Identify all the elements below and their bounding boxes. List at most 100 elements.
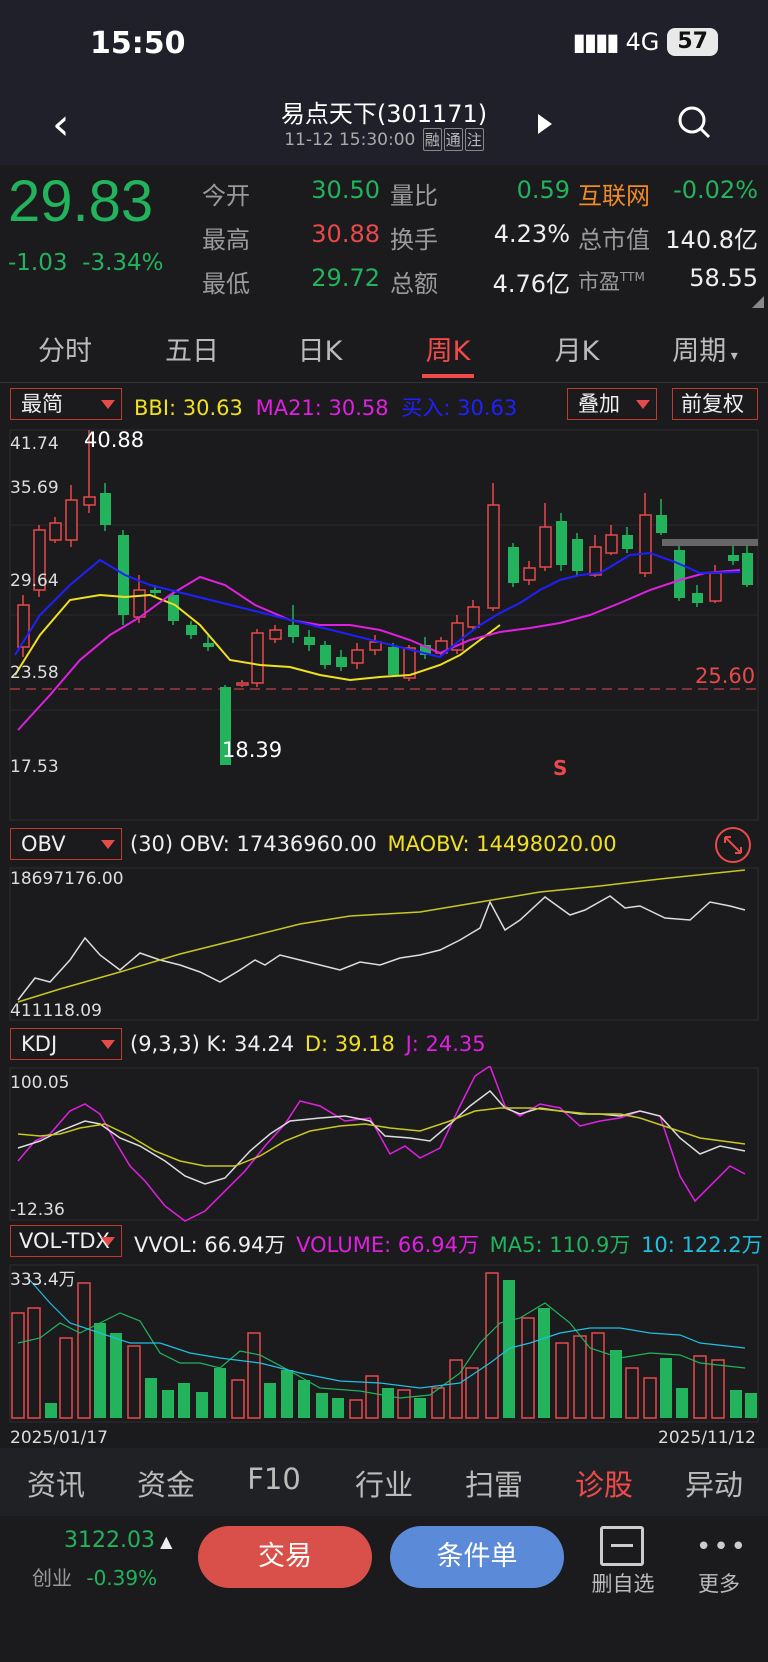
candle-body (336, 657, 347, 667)
market-cap-label: 总市值 (578, 226, 650, 254)
tab-intraday[interactable]: 分时 (10, 329, 120, 368)
candle-body (656, 515, 667, 533)
open-value: 30.50 (311, 176, 380, 204)
volume-bar (59, 1337, 73, 1419)
support-label: 25.60 (695, 664, 755, 688)
candle-body (65, 499, 78, 541)
candle-body (523, 567, 536, 581)
btab-diagnosis[interactable]: 诊股 (554, 1462, 654, 1504)
condition-order-button[interactable]: 条件单 (390, 1526, 564, 1588)
candlestick-chart[interactable]: 41.74 35.69 29.64 23.58 17.53 40.88 18.3… (0, 425, 768, 825)
pe-ttm: TTM (620, 270, 645, 284)
overlay-label: 叠加 (578, 392, 620, 416)
dropdown-icon: ▾ (726, 348, 738, 364)
vol-select[interactable]: VOL-TDX (10, 1225, 122, 1257)
main-indicator-value: 最简 (21, 392, 63, 416)
volume-bar (676, 1388, 688, 1418)
volume-bar (521, 1317, 535, 1419)
volume-bar (349, 1399, 363, 1419)
vol-ma10-value: 10: 122.2万 (641, 1233, 763, 1257)
btab-news[interactable]: 资讯 (6, 1462, 106, 1504)
candle-body (692, 593, 703, 603)
volume-bar (382, 1388, 394, 1418)
margin-tag: 融 (422, 128, 442, 151)
battery-icon: 57 (667, 28, 718, 56)
volume-bar (231, 1379, 245, 1419)
overlay-select[interactable]: 叠加 (567, 388, 657, 420)
delete-watchlist-label[interactable]: 删自选 (588, 1568, 658, 1598)
trade-button[interactable]: 交易 (198, 1526, 372, 1588)
dropdown-triangle-icon (636, 400, 650, 409)
btab-movement[interactable]: 异动 (664, 1462, 764, 1504)
volume-bar (555, 1342, 569, 1419)
main-indicator-select[interactable]: 最简 (10, 388, 122, 420)
candle-body (605, 534, 618, 554)
volume-bar (485, 1272, 499, 1419)
volume-bar (110, 1333, 122, 1418)
tab-weekly-k[interactable]: 周K (393, 329, 503, 368)
index-change: -0.39% (86, 1566, 158, 1590)
obv-select[interactable]: OBV (10, 828, 122, 860)
tab-five-day[interactable]: 五日 (137, 329, 247, 368)
volume-bar (538, 1308, 550, 1418)
candle-body (150, 590, 161, 593)
kdj-select-value: KDJ (21, 1032, 58, 1056)
tab-monthly-k[interactable]: 月K (522, 329, 632, 368)
btab-funds[interactable]: 资金 (116, 1462, 216, 1504)
volume-chart: 333.4万 2025/01/17 2025/11/12 (9, 1264, 759, 1448)
vol-ma5-value: MA5: 110.9万 (489, 1233, 631, 1257)
search-icon[interactable] (676, 104, 712, 140)
volume-value: VOLUME: 66.94万 (296, 1233, 479, 1257)
maobv-value: MAOBV: 14498020.00 (387, 832, 617, 856)
btab-risk-scan[interactable]: 扫雷 (444, 1462, 544, 1504)
kdj-j-value: J: 24.35 (405, 1032, 486, 1056)
y-min-label: 17.53 (10, 757, 59, 777)
vol-select-value: VOL-TDX (19, 1229, 110, 1253)
delete-watchlist-icon[interactable] (600, 1526, 644, 1566)
dropdown-triangle-icon (101, 1040, 115, 1049)
candle-body (369, 641, 382, 651)
tab-period-label: 周期 (672, 336, 727, 367)
index-value[interactable]: 3122.03 ▲ (64, 1528, 172, 1553)
high-price-label: 40.88 (84, 428, 144, 452)
bottom-tabs: 资讯 资金 F10 行业 扫雷 诊股 异动 (0, 1448, 768, 1516)
tab-period[interactable]: 周期 ▾ (650, 329, 760, 368)
candle-body (589, 546, 602, 576)
volume-bar (298, 1380, 310, 1418)
date-end: 2025/11/12 (658, 1428, 756, 1448)
date-start: 2025/01/17 (10, 1428, 108, 1448)
btab-industry[interactable]: 行业 (334, 1462, 434, 1504)
pe-label: 市盈TTM (578, 266, 645, 296)
volume-bar (145, 1378, 157, 1418)
sector-label[interactable]: 互联网 (578, 176, 650, 211)
y-label-2: 35.69 (10, 478, 59, 498)
registration-tag: 注 (464, 128, 484, 151)
volume-bar (332, 1398, 344, 1418)
more-icon[interactable]: ••• (696, 1532, 748, 1562)
volume-bar (397, 1389, 411, 1419)
obv-chart: 18697176.00 411118.09 (9, 867, 759, 1021)
candle-body (572, 539, 583, 571)
volume-bar (316, 1393, 328, 1418)
volume-bar (660, 1358, 672, 1418)
obv-value: OBV: 17436960.00 (179, 832, 377, 856)
index-name: 创业 (32, 1566, 72, 1590)
candle-body (388, 647, 399, 675)
stock-subtitle: 11-12 15:30:00 融通注 (0, 128, 768, 151)
tab-daily-k[interactable]: 日K (265, 329, 375, 368)
kdj-select[interactable]: KDJ (10, 1028, 122, 1060)
status-time: 15:50 (90, 26, 186, 61)
volume-ratio-value: 0.59 (516, 176, 570, 204)
more-label[interactable]: 更多 (694, 1568, 744, 1598)
btab-f10[interactable]: F10 (224, 1462, 324, 1496)
vvol-value: VVOL: 66.94万 (134, 1233, 286, 1257)
next-stock-icon[interactable] (538, 114, 552, 134)
bbi-value: BBI: 30.63 (134, 396, 243, 420)
volume-bar (281, 1370, 293, 1418)
adjust-button[interactable]: 前复权 (672, 388, 758, 420)
volume-bar (693, 1355, 707, 1419)
candle-body (674, 550, 685, 598)
change-percent: -3.34% (82, 250, 164, 276)
fullscreen-icon[interactable] (714, 826, 752, 864)
volume-bar (745, 1393, 757, 1418)
